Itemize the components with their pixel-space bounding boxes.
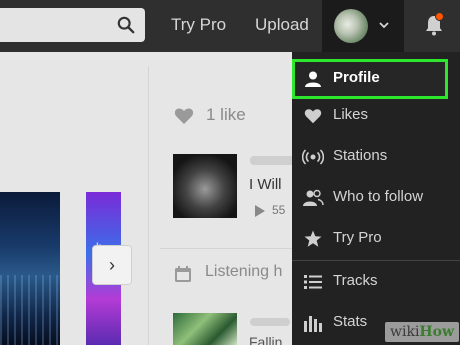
section-divider xyxy=(160,248,295,249)
likes-count: 1 like xyxy=(206,105,246,124)
heart-icon xyxy=(174,108,194,124)
menu-item-profile[interactable]: Profile xyxy=(292,59,448,99)
top-bar: Try Pro Upload xyxy=(0,0,460,52)
column-divider xyxy=(148,66,149,345)
track-title-2[interactable]: Fallin xyxy=(249,334,282,345)
menu-item-label: Try Pro xyxy=(333,229,382,246)
track-uploader[interactable] xyxy=(250,156,294,165)
track-artwork-2[interactable] xyxy=(173,313,237,345)
playlist-artwork-city[interactable] xyxy=(0,192,60,345)
menu-item-stations[interactable]: Stations xyxy=(292,137,460,177)
watermark-prefix: wiki xyxy=(390,324,420,340)
watermark-suffix: How xyxy=(419,324,455,340)
people-icon xyxy=(303,189,324,206)
avatar[interactable] xyxy=(334,9,368,43)
menu-item-likes[interactable]: Likes xyxy=(292,96,460,136)
list-icon xyxy=(304,275,322,289)
menu-item-label: Tracks xyxy=(333,272,378,289)
nav-try-pro-link[interactable]: Try Pro xyxy=(171,15,226,35)
search-icon[interactable] xyxy=(117,16,135,34)
menu-item-who-to-follow[interactable]: Who to follow xyxy=(292,178,460,218)
notification-badge xyxy=(435,12,444,21)
chevron-down-icon[interactable] xyxy=(379,20,389,30)
search-input[interactable] xyxy=(0,8,145,42)
nav-upload-link[interactable]: Upload xyxy=(255,15,309,35)
menu-divider xyxy=(292,260,460,261)
menu-item-label: Likes xyxy=(333,106,369,123)
broadcast-icon xyxy=(302,149,324,165)
play-count: 55 xyxy=(272,203,286,217)
user-menu-toggle[interactable] xyxy=(322,0,404,52)
track-uploader-2[interactable] xyxy=(250,318,290,326)
track-title[interactable]: I Will xyxy=(249,176,282,193)
star-icon xyxy=(304,230,322,247)
menu-item-label: Profile xyxy=(333,69,380,86)
menu-item-try-pro[interactable]: Try Pro xyxy=(292,219,460,259)
carousel-next-button[interactable]: › xyxy=(92,245,132,285)
user-dropdown-menu: Profile Likes Stations Who to follow Try… xyxy=(292,52,460,345)
person-icon xyxy=(305,71,321,87)
menu-item-label: Who to follow xyxy=(333,188,424,205)
bar-chart-icon xyxy=(304,316,322,332)
menu-item-label: Stats xyxy=(333,313,368,330)
calendar-icon xyxy=(175,266,191,282)
menu-item-tracks[interactable]: Tracks xyxy=(292,262,460,302)
track-artwork[interactable] xyxy=(173,154,237,218)
heart-icon xyxy=(304,109,322,124)
play-icon xyxy=(255,205,265,217)
listening-history-header[interactable]: Listening h xyxy=(205,263,282,281)
menu-item-label: Stations xyxy=(333,147,388,164)
wikihow-watermark: wikiHow xyxy=(385,322,460,342)
